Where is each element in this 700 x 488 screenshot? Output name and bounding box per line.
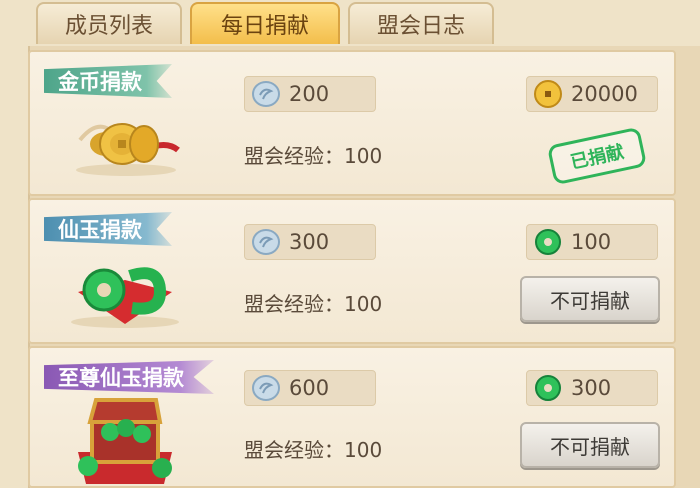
treasure-chest-art-icon	[78, 398, 172, 484]
jade-icon	[535, 229, 561, 255]
cost-pill: 300	[244, 224, 376, 260]
guild-exp: 盟会经验：100	[244, 288, 382, 317]
reward-pill: 100	[526, 224, 658, 260]
reward-pill: 300	[526, 370, 658, 406]
tab-daily-donation[interactable]: 每日捐献	[190, 2, 340, 44]
cost-value: 200	[289, 82, 330, 106]
donate-button-disabled[interactable]: 不可捐献	[520, 276, 660, 322]
tab-guild-log[interactable]: 盟会日志	[348, 2, 494, 44]
cost-value: 300	[289, 230, 330, 254]
guild-exp: 盟会经验：100	[244, 434, 382, 463]
donation-card-supreme-jade: 至尊仙玉捐款 600 300 盟会经验：100 不可捐献	[28, 346, 676, 488]
silver-coin-icon	[252, 229, 280, 255]
gold-coins-art-icon	[76, 123, 180, 176]
guild-exp-label: 盟会经验：	[244, 144, 344, 168]
cost-value: 600	[289, 376, 330, 400]
donation-title: 金币捐款	[44, 64, 172, 98]
donation-title: 至尊仙玉捐款	[44, 360, 214, 394]
reward-value: 300	[571, 376, 612, 400]
jade-icon	[535, 375, 561, 401]
donation-card-gold: 金币捐款 200 20000 盟会经验：100 已捐献	[28, 50, 676, 196]
cost-pill: 200	[244, 76, 376, 112]
guild-exp-value: 100	[344, 144, 383, 168]
reward-pill: 20000	[526, 76, 658, 112]
donate-button-disabled[interactable]: 不可捐献	[520, 422, 660, 468]
tab-member-list[interactable]: 成员列表	[36, 2, 182, 44]
silver-coin-icon	[252, 81, 280, 107]
donated-stamp: 已捐献	[546, 126, 648, 186]
guild-exp: 盟会经验：100	[244, 140, 382, 169]
reward-value: 100	[571, 230, 612, 254]
guild-exp-value: 100	[344, 292, 383, 316]
guild-exp-label: 盟会经验：	[244, 292, 344, 316]
donation-title: 仙玉捐款	[44, 212, 172, 246]
donation-card-jade: 仙玉捐款 300 100 盟会经验：100 不可捐献	[28, 198, 676, 344]
silver-coin-icon	[252, 375, 280, 401]
tab-bar: 成员列表 每日捐献 盟会日志	[0, 0, 700, 46]
cost-pill: 600	[244, 370, 376, 406]
jade-art-icon	[71, 267, 179, 328]
guild-exp-label: 盟会经验：	[244, 438, 344, 462]
gold-coin-icon	[534, 80, 562, 108]
reward-value: 20000	[571, 82, 638, 106]
guild-exp-value: 100	[344, 438, 383, 462]
